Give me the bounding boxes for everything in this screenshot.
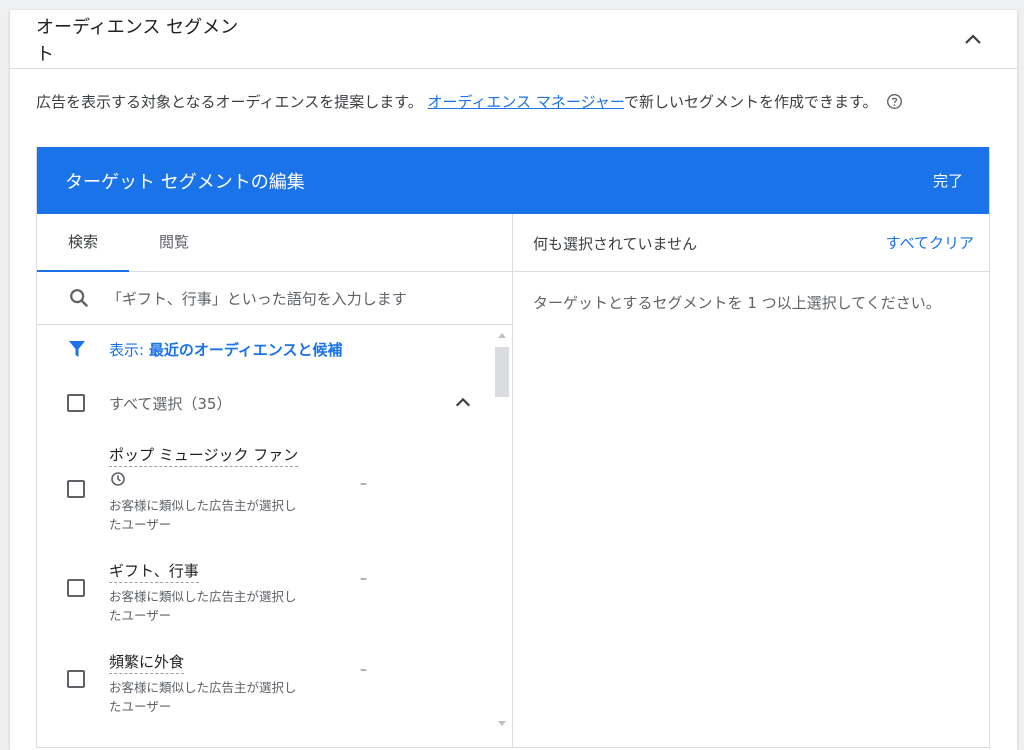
selection-status: 何も選択されていません	[533, 235, 698, 253]
edit-segments-panel: ターゲット セグメントの編集 完了 検索 閲覧 表示:	[36, 147, 990, 748]
collapse-button[interactable]	[958, 25, 988, 55]
panel-header: ターゲット セグメントの編集 完了	[37, 147, 989, 214]
tab-search[interactable]: 検索	[37, 214, 129, 272]
segment-description: お客様に類似した広告主が選択し たユーザー	[109, 587, 339, 625]
list-item: 頻繁に外食 お客様に類似した広告主が選択し たユーザー –	[37, 651, 497, 731]
list-item: ギフト、行事 お客様に類似した広告主が選択し たユーザー –	[37, 560, 497, 640]
description-prefix: 広告を表示する対象となるオーディエンスを提案します。	[36, 93, 428, 111]
tab-bar: 検索 閲覧	[37, 214, 512, 272]
chevron-up-icon	[965, 34, 981, 44]
filter-row[interactable]: 表示: 最近のオーディエンスと候補	[37, 325, 497, 373]
segment-description: お客様に類似した広告主が選択し たユーザー	[109, 678, 339, 716]
tab-browse[interactable]: 閲覧	[144, 214, 204, 271]
segment-name[interactable]: 頻繁に外食	[109, 651, 185, 674]
filter-prefix: 表示:	[109, 341, 149, 359]
segment-size: –	[360, 476, 367, 492]
audience-segment-card: オーディエンス セグメント 広告を表示する対象となるオーディエンスを提案します。…	[10, 10, 1017, 750]
panel-title: ターゲット セグメントの編集	[65, 172, 305, 193]
clear-all-button[interactable]: すべてクリア	[886, 232, 974, 253]
segment-description-line: たユーザー	[109, 517, 172, 532]
filter-label[interactable]: 表示: 最近のオーディエンスと候補	[109, 339, 342, 360]
segment-name[interactable]: ギフト、行事	[109, 560, 199, 583]
list-item: ポップ ミュージック ファン お客様に類似した広告主が選択し たユーザー –	[37, 444, 497, 552]
card-header[interactable]: オーディエンス セグメント	[10, 10, 1017, 69]
segment-description-line: たユーザー	[109, 699, 172, 714]
collapse-list-button[interactable]	[449, 389, 477, 417]
filter-icon	[69, 341, 85, 357]
help-icon[interactable]	[886, 93, 903, 110]
segment-size: –	[360, 662, 367, 678]
select-all-checkbox[interactable]	[67, 394, 85, 412]
segment-description-line: お客様に類似した広告主が選択し	[109, 589, 297, 604]
select-all-label: すべて選択（35）	[109, 395, 232, 413]
selected-header: 何も選択されていません すべてクリア	[513, 214, 989, 272]
segment-description: お客様に類似した広告主が選択し たユーザー	[109, 496, 339, 534]
segment-checkbox[interactable]	[67, 480, 85, 498]
segment-description-line: お客様に類似した広告主が選択し	[109, 498, 297, 513]
segment-picker: 検索 閲覧 表示: 最近のオーディエンスと候補	[37, 214, 513, 747]
search-icon	[70, 289, 89, 308]
clock-icon	[111, 472, 125, 486]
segment-list: 表示: 最近のオーディエンスと候補 すべて選択（35） ポップ ミュージック フ…	[37, 325, 512, 747]
segment-checkbox[interactable]	[67, 670, 85, 688]
selected-segments: 何も選択されていません すべてクリア ターゲットとするセグメントを 1 つ以上選…	[513, 214, 989, 747]
segment-name[interactable]: ポップ ミュージック ファン	[109, 444, 299, 467]
search-input[interactable]	[105, 284, 499, 314]
scroll-up-arrow-icon[interactable]	[498, 333, 506, 338]
scrollbar-thumb[interactable]	[495, 347, 509, 397]
segment-checkbox[interactable]	[67, 579, 85, 597]
chevron-up-icon	[455, 397, 471, 407]
search-bar	[37, 272, 512, 325]
done-button[interactable]: 完了	[933, 170, 963, 191]
scroll-down-arrow-icon[interactable]	[498, 721, 506, 726]
card-title: オーディエンス セグメント	[36, 17, 239, 65]
list-scrollbar[interactable]	[494, 325, 510, 726]
empty-selection-message: ターゲットとするセグメントを 1 つ以上選択してください。	[533, 294, 941, 312]
card-description: 広告を表示する対象となるオーディエンスを提案します。 オーディエンス マネージャ…	[36, 90, 986, 114]
segment-description-line: お客様に類似した広告主が選択し	[109, 680, 297, 695]
audience-manager-link[interactable]: オーディエンス マネージャー	[427, 93, 623, 111]
description-suffix: で新しいセグメントを作成できます。	[623, 93, 878, 111]
segment-description-line: たユーザー	[109, 608, 172, 623]
segment-size: –	[360, 571, 367, 587]
filter-value: 最近のオーディエンスと候補	[148, 341, 343, 359]
select-all-row: すべて選択（35）	[37, 377, 497, 429]
